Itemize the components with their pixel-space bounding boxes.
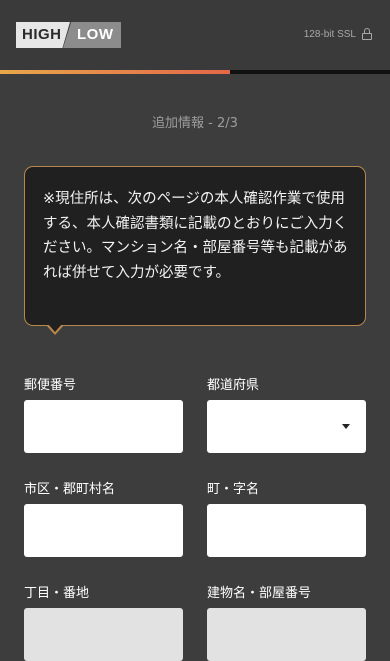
- prefecture-select[interactable]: [207, 400, 366, 453]
- notice-text: ※現住所は、次のページの本人確認作業で使用する、本人確認書類に記載のとおりにご入…: [43, 191, 348, 281]
- city-label: 市区・郡町村名: [24, 482, 116, 497]
- address-notice: ※現住所は、次のページの本人確認作業で使用する、本人確認書類に記載のとおりにご入…: [24, 166, 366, 326]
- postal-code-input[interactable]: [24, 400, 183, 453]
- town-input[interactable]: [207, 504, 366, 557]
- logo-high-text: HIGH: [16, 22, 70, 48]
- ssl-text: 128-bit SSL: [303, 28, 356, 40]
- block-label: 丁目・番地: [24, 586, 90, 601]
- town-label: 町・字名: [207, 482, 260, 497]
- step-indicator: 追加情報 - 2/3: [152, 116, 238, 131]
- notice-tail-inner: [48, 324, 62, 332]
- dropdown-arrow-icon: [342, 424, 350, 429]
- highlow-logo: HIGH LOW: [16, 22, 121, 48]
- progress-bar: [0, 70, 390, 74]
- header: HIGH LOW 128-bit SSL: [0, 0, 390, 70]
- building-input[interactable]: [207, 608, 366, 661]
- building-label: 建物名・部屋番号: [207, 586, 312, 601]
- ssl-indicator: 128-bit SSL: [304, 28, 372, 40]
- progress-fill: [0, 70, 231, 74]
- city-input[interactable]: [24, 504, 183, 557]
- logo-low-text: LOW: [63, 22, 121, 48]
- lock-icon: [362, 28, 372, 40]
- prefecture-label: 都道府県: [207, 378, 260, 393]
- postal-code-label: 郵便番号: [24, 378, 77, 393]
- block-input[interactable]: [24, 608, 183, 661]
